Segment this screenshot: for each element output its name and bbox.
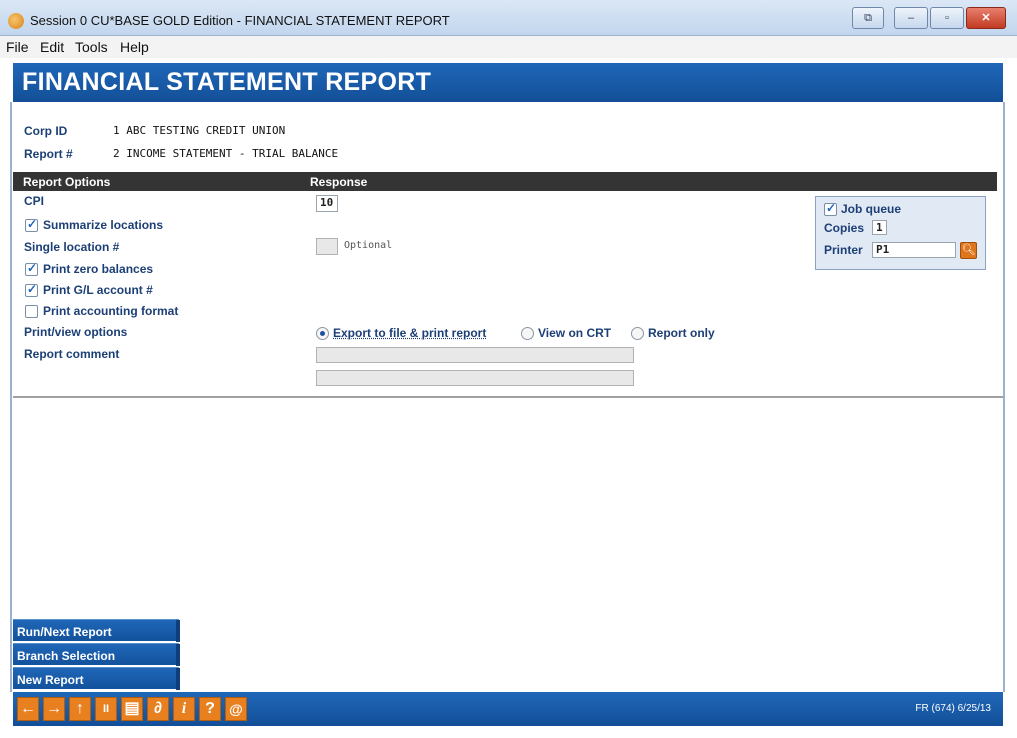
help-icon[interactable]: ? — [199, 697, 221, 721]
forward-arrow-icon[interactable]: → — [43, 697, 65, 721]
response-heading: Response — [310, 175, 368, 189]
single-location-label: Single location # — [24, 240, 120, 254]
app-icon — [8, 13, 24, 29]
status-text: FR (674) 6/25/13 — [915, 703, 991, 714]
printer-label: Printer — [824, 243, 863, 257]
pause-icon[interactable]: II — [95, 697, 117, 721]
printer-input[interactable]: P1 — [872, 242, 956, 258]
print-zero-balances-label: Print zero balances — [43, 262, 154, 276]
minimize-button[interactable]: – — [894, 7, 928, 29]
maximize-button[interactable]: ▫ — [930, 7, 964, 29]
page-title: FINANCIAL STATEMENT REPORT — [22, 68, 432, 96]
close-button[interactable]: ✕ — [966, 7, 1006, 29]
print-icon[interactable]: ▤ — [121, 697, 143, 721]
report-comment-label: Report comment — [24, 347, 120, 361]
radio-view-on-crt[interactable] — [521, 327, 534, 340]
run-next-report-button[interactable]: Run/Next Report — [13, 619, 180, 642]
copies-label: Copies — [824, 221, 865, 235]
menu-file[interactable]: File — [6, 39, 29, 55]
info-icon[interactable]: i — [173, 697, 195, 721]
branch-selection-button[interactable]: Branch Selection — [13, 643, 180, 666]
menu-bar: File Edit Tools Help — [0, 36, 1017, 58]
radio-report-only-label[interactable]: Report only — [648, 326, 715, 340]
single-location-hint: Optional — [344, 240, 393, 251]
at-icon[interactable]: @ — [225, 697, 247, 721]
print-gl-account-label: Print G/L account # — [43, 283, 153, 297]
summarize-locations-checkbox[interactable] — [25, 217, 38, 232]
menu-help[interactable]: Help — [120, 39, 149, 55]
options-header: Report Options Response — [13, 172, 997, 191]
copies-input[interactable]: 1 — [872, 220, 887, 235]
print-gl-account-checkbox[interactable] — [25, 282, 38, 297]
frame-right-border — [1003, 102, 1005, 692]
window-title: Session 0 CU*BASE GOLD Edition - FINANCI… — [30, 13, 450, 28]
link-icon[interactable]: ∂ — [147, 697, 169, 721]
new-report-button[interactable]: New Report — [13, 667, 180, 690]
report-comment-input-1[interactable] — [316, 347, 634, 363]
printer-lookup-button[interactable]: 🔍︎ — [960, 242, 977, 259]
report-number-label: Report # — [24, 147, 73, 161]
radio-export-print-label[interactable]: Export to file & print report — [333, 326, 486, 340]
cpi-input[interactable]: 10 — [316, 195, 338, 212]
content-separator — [13, 396, 1003, 398]
window-titlebar: Session 0 CU*BASE GOLD Edition - FINANCI… — [0, 0, 1017, 36]
print-zero-balances-checkbox[interactable] — [25, 261, 38, 276]
print-view-options-label: Print/view options — [24, 325, 128, 339]
radio-export-print[interactable] — [316, 327, 329, 340]
frame-left-border — [10, 102, 12, 692]
corp-id-label: Corp ID — [24, 124, 68, 138]
job-queue-checkbox[interactable] — [824, 201, 837, 216]
single-location-input[interactable] — [316, 238, 338, 255]
job-queue-label: Job queue — [841, 202, 902, 216]
corp-id-value: 1 ABC TESTING CREDIT UNION — [113, 124, 286, 137]
bottom-toolbar: ← → ↑ II ▤ ∂ i ? @ FR (674) 6/25/13 — [13, 692, 1003, 726]
menu-edit[interactable]: Edit — [40, 39, 64, 55]
radio-report-only[interactable] — [631, 327, 644, 340]
page-banner: FINANCIAL STATEMENT REPORT — [13, 63, 1003, 102]
report-number-value: 2 INCOME STATEMENT - TRIAL BALANCE — [113, 147, 339, 160]
back-arrow-icon[interactable]: ← — [17, 697, 39, 721]
print-accounting-format-checkbox[interactable] — [25, 305, 38, 318]
summarize-locations-label: Summarize locations — [43, 218, 164, 232]
menu-tools[interactable]: Tools — [75, 39, 108, 55]
magnifier-icon: 🔍︎ — [961, 244, 976, 256]
report-options-heading: Report Options — [23, 175, 111, 189]
report-comment-input-2[interactable] — [316, 370, 634, 386]
cpi-label: CPI — [24, 194, 45, 208]
restore-screen-icon[interactable]: ⧉ — [852, 7, 884, 29]
print-accounting-format-label: Print accounting format — [43, 304, 179, 318]
radio-view-on-crt-label[interactable]: View on CRT — [538, 326, 611, 340]
job-queue-panel: Job queue Copies 1 Printer P1 🔍︎ — [815, 196, 986, 270]
up-arrow-icon[interactable]: ↑ — [69, 697, 91, 721]
